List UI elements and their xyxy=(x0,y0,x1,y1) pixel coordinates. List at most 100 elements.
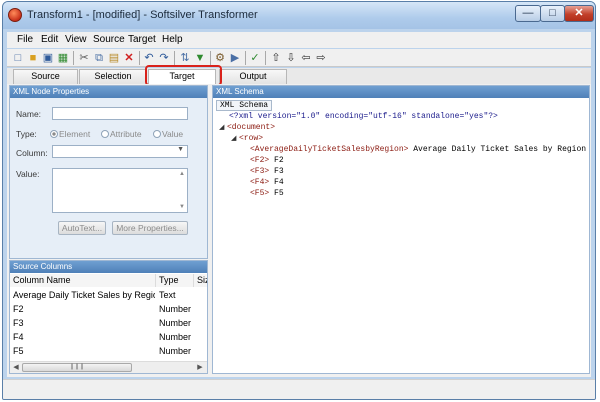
xml-node-f4[interactable]: <F4> F4 xyxy=(250,178,284,188)
xml-node-f2[interactable]: <F2> F2 xyxy=(250,156,284,166)
xml-node-text: F4 xyxy=(274,178,284,187)
minimize-button[interactable]: — xyxy=(515,5,541,22)
target-tab-highlight xyxy=(145,65,222,86)
scroll-down-icon[interactable]: ▼ xyxy=(179,204,185,210)
scrollbar-thumb[interactable]: ❙❙❙ xyxy=(22,363,132,372)
transform-icon[interactable]: ⚙ xyxy=(213,51,227,65)
xml-schema-tab[interactable]: XML Schema xyxy=(216,100,273,111)
radio-element[interactable]: Element xyxy=(50,129,90,139)
panel-header: XML Node Properties xyxy=(10,86,207,98)
table-row[interactable]: F2 Number xyxy=(10,303,207,316)
xml-node-f5[interactable]: <F5> F5 xyxy=(250,189,284,199)
paste-icon[interactable]: ▤ xyxy=(107,51,121,65)
collapse-icon[interactable]: ◢ xyxy=(231,134,236,142)
move-up-icon[interactable]: ⇧ xyxy=(269,51,283,65)
chevron-down-icon: ▼ xyxy=(177,146,184,153)
value-textarea[interactable]: ▲ ▼ xyxy=(52,168,188,213)
row-name: F4 xyxy=(13,332,24,342)
column-header-name[interactable]: Column Name xyxy=(10,274,156,287)
row-type: Text xyxy=(159,290,176,300)
row-name: Average Daily Ticket Sales by Region xyxy=(13,290,155,300)
xml-tag: <F3> xyxy=(250,167,270,176)
xml-node-document[interactable]: <document> xyxy=(227,123,275,133)
table-row[interactable]: F5 Number xyxy=(10,345,207,358)
delete-icon[interactable]: ✕ xyxy=(122,51,136,65)
autotext-button[interactable]: AutoText... xyxy=(58,221,106,235)
row-type: Number xyxy=(159,318,192,328)
menu-edit[interactable]: Edit xyxy=(41,34,58,45)
menu-source[interactable]: Source xyxy=(93,34,125,45)
name-input[interactable] xyxy=(52,107,188,120)
app-logo-icon xyxy=(8,8,22,22)
xml-schema-panel: XML Schema XML Schema <?xml version="1.0… xyxy=(212,85,590,374)
xml-node-f3[interactable]: <F3> F3 xyxy=(250,167,284,177)
toolbar-separator xyxy=(210,51,211,65)
menu-file[interactable]: File xyxy=(17,34,33,45)
copy-icon[interactable]: ⧉ xyxy=(92,51,106,65)
menu-view[interactable]: View xyxy=(65,34,87,45)
scroll-up-icon[interactable]: ▲ xyxy=(179,171,185,177)
toolbar-separator xyxy=(265,51,266,65)
xml-node-row[interactable]: <row> xyxy=(239,134,263,144)
close-button[interactable]: ✕ xyxy=(564,5,594,22)
row-name: F2 xyxy=(13,304,24,314)
row-type: Number xyxy=(159,332,192,342)
panel-header: XML Schema xyxy=(213,86,589,98)
table-row[interactable]: F3 Number xyxy=(10,317,207,330)
menu-help[interactable]: Help xyxy=(162,34,183,45)
xml-node-average[interactable]: <AverageDailyTicketSalesbyRegion> Averag… xyxy=(250,145,586,155)
export-icon[interactable]: ▦ xyxy=(56,51,70,65)
column-header-type[interactable]: Type xyxy=(156,274,194,287)
cut-icon[interactable]: ✂ xyxy=(77,51,91,65)
save-icon[interactable]: ▣ xyxy=(41,51,55,65)
move-left-icon[interactable]: ⇦ xyxy=(299,51,313,65)
toolbar-separator xyxy=(245,51,246,65)
collapse-icon[interactable]: ◢ xyxy=(219,123,224,131)
xml-tag: <F2> xyxy=(250,156,270,165)
main-content: XML Node Properties Name: Type: Element … xyxy=(7,84,591,377)
column-label: Column: xyxy=(16,148,48,158)
radio-label: Attribute xyxy=(110,129,142,139)
scroll-left-icon[interactable]: ◀ xyxy=(11,363,21,373)
tab-source[interactable]: Source xyxy=(13,69,78,84)
toolbar-separator xyxy=(139,51,140,65)
xml-tag: <F5> xyxy=(250,189,270,198)
horizontal-scrollbar[interactable]: ◀ ❙❙❙ ▶ xyxy=(10,361,207,373)
app-window: Transform1 - [modified] - Softsilver Tra… xyxy=(2,1,596,400)
run-icon[interactable]: ▶ xyxy=(228,51,242,65)
sort-icon[interactable]: ⇅ xyxy=(178,51,192,65)
filter-icon[interactable]: ▼ xyxy=(193,51,207,65)
column-select[interactable]: ▼ xyxy=(52,145,188,158)
column-header-size[interactable]: Size xyxy=(194,274,207,287)
open-folder-icon[interactable]: ■ xyxy=(26,51,40,65)
move-down-icon[interactable]: ⇩ xyxy=(284,51,298,65)
new-file-icon[interactable]: □ xyxy=(11,51,25,65)
redo-icon[interactable]: ↷ xyxy=(157,51,171,65)
tab-selection[interactable]: Selection xyxy=(79,69,147,84)
more-properties-button[interactable]: More Properties... xyxy=(112,221,188,235)
table-row[interactable]: F4 Number xyxy=(10,331,207,344)
maximize-button[interactable]: □ xyxy=(540,5,565,22)
title-bar[interactable]: Transform1 - [modified] - Softsilver Tra… xyxy=(3,2,595,29)
move-right-icon[interactable]: ⇨ xyxy=(314,51,328,65)
row-type: Number xyxy=(159,304,192,314)
check-icon[interactable]: ✓ xyxy=(248,51,262,65)
menu-target[interactable]: Target xyxy=(128,34,156,45)
xml-tag: <F4> xyxy=(250,178,270,187)
toolbar: □ ■ ▣ ▦ ✂ ⧉ ▤ ✕ ↶ ↷ ⇅ ▼ ⚙ ▶ ✓ ⇧ ⇩ ⇦ ⇨ xyxy=(7,49,591,67)
tab-output[interactable]: Output xyxy=(219,69,287,84)
xml-node-text: Average Daily Ticket Sales by Region xyxy=(413,145,587,154)
undo-icon[interactable]: ↶ xyxy=(142,51,156,65)
xml-declaration: <?xml version="1.0" encoding="utf-16" st… xyxy=(229,112,498,121)
scroll-right-icon[interactable]: ▶ xyxy=(195,363,205,373)
xml-node-text: F3 xyxy=(274,167,284,176)
radio-label: Value xyxy=(162,129,184,139)
xml-node-properties-panel: XML Node Properties Name: Type: Element … xyxy=(9,85,208,259)
radio-attribute[interactable]: Attribute xyxy=(101,129,142,139)
toolbar-separator xyxy=(73,51,74,65)
source-columns-panel: Source Columns Column Name Type Size Ave… xyxy=(9,260,208,374)
xml-tag: <AverageDailyTicketSalesbyRegion> xyxy=(250,145,409,154)
radio-value[interactable]: Value xyxy=(153,129,183,139)
window-title: Transform1 - [modified] - Softsilver Tra… xyxy=(27,9,258,21)
table-row[interactable]: Average Daily Ticket Sales by Region Tex… xyxy=(10,289,207,302)
